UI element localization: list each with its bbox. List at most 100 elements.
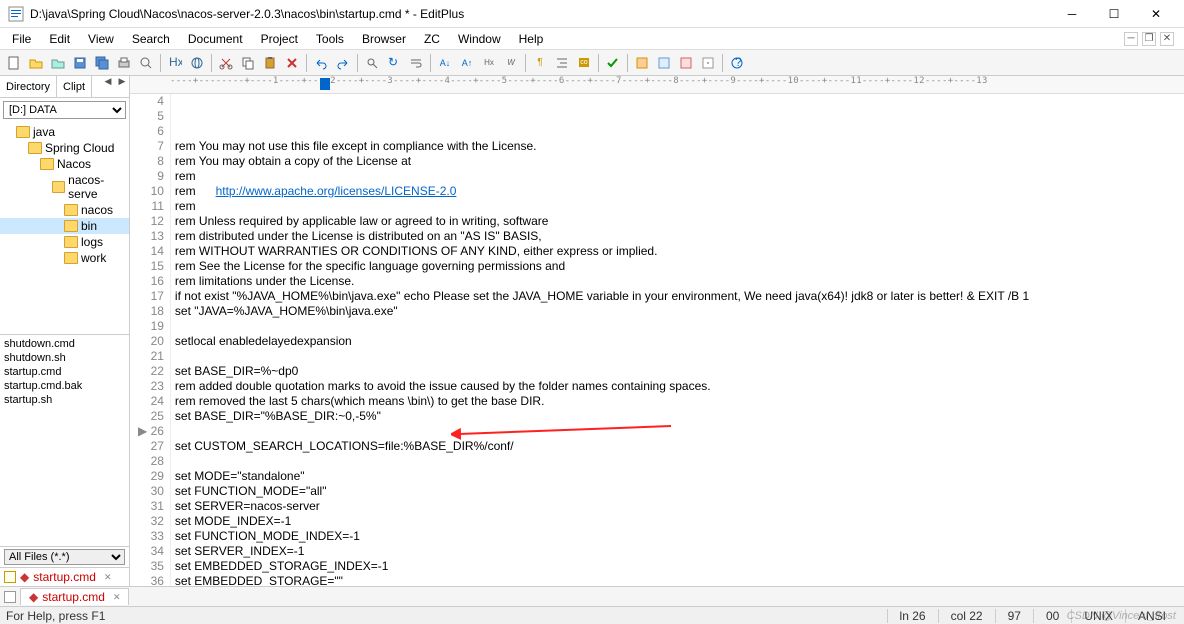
ruler: ----+--------+----1----+----2----+----3-… <box>130 76 1184 94</box>
show-cr-button[interactable]: ¶ <box>530 53 550 73</box>
toolbar: Hx ↻ A↓ A↑ Hx W ¶ co ? <box>0 50 1184 76</box>
close-icon[interactable]: ✕ <box>113 592 121 603</box>
folder-icon <box>64 220 78 232</box>
font-small-button[interactable]: A↓ <box>435 53 455 73</box>
tab-directory[interactable]: Directory <box>0 76 57 97</box>
check-button[interactable] <box>603 53 623 73</box>
wrap-button[interactable]: W <box>501 53 521 73</box>
sel-block-button[interactable] <box>654 53 674 73</box>
doc-min-icon[interactable]: ─ <box>1124 32 1138 46</box>
document-tabs: ◆ startup.cmd ✕ <box>0 586 1184 606</box>
hex-view-button[interactable]: Hx <box>479 53 499 73</box>
open-button[interactable] <box>26 53 46 73</box>
sel-line-button[interactable] <box>632 53 652 73</box>
save-all-button[interactable] <box>92 53 112 73</box>
delete-button[interactable] <box>282 53 302 73</box>
tree-item[interactable]: Spring Cloud <box>0 140 129 156</box>
whitespace-button[interactable] <box>698 53 718 73</box>
copy-button[interactable] <box>238 53 258 73</box>
tree-item[interactable]: nacos <box>0 202 129 218</box>
folder-icon <box>28 142 42 154</box>
file-item[interactable]: shutdown.sh <box>0 351 129 365</box>
menu-browser[interactable]: Browser <box>354 30 414 48</box>
hex-button[interactable]: Hx <box>165 53 185 73</box>
folder-tree[interactable]: javaSpring CloudNacosnacos-servenacosbin… <box>0 122 129 334</box>
svg-text:Hx: Hx <box>169 56 182 69</box>
menu-help[interactable]: Help <box>511 30 552 48</box>
status-c1: 97 <box>995 609 1033 623</box>
find-button[interactable] <box>362 53 382 73</box>
folder-icon <box>40 158 54 170</box>
font-large-button[interactable]: A↑ <box>457 53 477 73</box>
folder-icon <box>52 181 65 193</box>
replace-button[interactable]: ↻ <box>384 53 404 73</box>
folder-icon <box>64 236 78 248</box>
doc-close-icon[interactable]: ✕ <box>1160 32 1174 46</box>
doc-icon <box>4 591 16 603</box>
window-title: D:\java\Spring Cloud\Nacos\nacos-server-… <box>30 7 1052 21</box>
menu-window[interactable]: Window <box>450 30 509 48</box>
close-icon[interactable]: ✕ <box>104 572 112 583</box>
tab-cliptext[interactable]: Clipt <box>57 76 92 97</box>
menu-search[interactable]: Search <box>124 30 178 48</box>
undo-button[interactable] <box>311 53 331 73</box>
svg-text:↻: ↻ <box>388 56 398 69</box>
menu-zc[interactable]: ZC <box>416 30 448 48</box>
sel-col-button[interactable] <box>676 53 696 73</box>
cut-button[interactable] <box>216 53 236 73</box>
menu-view[interactable]: View <box>80 30 122 48</box>
new-button[interactable] <box>4 53 24 73</box>
status-c2: 00 <box>1033 609 1071 623</box>
tab-left-icon[interactable]: ◀ <box>101 76 115 97</box>
menubar: FileEditViewSearchDocumentProjectToolsBr… <box>0 28 1184 50</box>
word-wrap-button[interactable] <box>406 53 426 73</box>
redo-button[interactable] <box>333 53 353 73</box>
browser-button[interactable] <box>187 53 207 73</box>
file-item[interactable]: startup.sh <box>0 393 129 407</box>
app-icon <box>8 6 24 22</box>
file-list[interactable]: shutdown.cmdshutdown.shstartup.cmdstartu… <box>0 334 129 547</box>
save-button[interactable] <box>70 53 90 73</box>
doc-restore-icon[interactable]: ❐ <box>1142 32 1156 46</box>
tree-item[interactable]: java <box>0 124 129 140</box>
menu-document[interactable]: Document <box>180 30 251 48</box>
filter-select[interactable]: All Files (*.*) <box>4 549 125 565</box>
close-button[interactable]: ✕ <box>1136 2 1176 26</box>
doc-tab-startup[interactable]: ◆ startup.cmd ✕ <box>20 588 129 605</box>
folder-icon <box>16 126 30 138</box>
folder-icon <box>64 204 78 216</box>
code-editor[interactable]: 45678910111213141516171819202122232425▶ … <box>130 94 1184 586</box>
tree-item[interactable]: logs <box>0 234 129 250</box>
menu-tools[interactable]: Tools <box>308 30 352 48</box>
minimize-button[interactable]: ─ <box>1052 2 1092 26</box>
status-help: For Help, press F1 <box>6 609 887 623</box>
help-button[interactable]: ? <box>727 53 747 73</box>
maximize-button[interactable]: ☐ <box>1094 2 1134 26</box>
status-col: col 22 <box>938 609 995 623</box>
tab-right-icon[interactable]: ▶ <box>115 76 129 97</box>
file-icon <box>4 571 16 583</box>
drive-select[interactable]: [D:] DATA <box>3 101 126 119</box>
indent-button[interactable] <box>552 53 572 73</box>
tree-item[interactable]: bin <box>0 218 129 234</box>
tree-item[interactable]: nacos-serve <box>0 172 129 202</box>
paste-button[interactable] <box>260 53 280 73</box>
file-item[interactable]: startup.cmd.bak <box>0 379 129 393</box>
preview-button[interactable] <box>136 53 156 73</box>
menu-file[interactable]: File <box>4 30 39 48</box>
file-item[interactable]: shutdown.cmd <box>0 337 129 351</box>
svg-text:?: ? <box>735 56 742 69</box>
side-panel: Directory Clipt ◀▶ [D:] DATA javaSpring … <box>0 76 130 586</box>
menu-edit[interactable]: Edit <box>41 30 78 48</box>
folder-icon <box>64 252 78 264</box>
status-line: ln 26 <box>887 609 938 623</box>
open-remote-button[interactable] <box>48 53 68 73</box>
watermark: CSDN @Vincent_frost <box>1067 610 1176 622</box>
print-button[interactable] <box>114 53 134 73</box>
code-button[interactable]: co <box>574 53 594 73</box>
tree-item[interactable]: Nacos <box>0 156 129 172</box>
file-item[interactable]: startup.cmd <box>0 365 129 379</box>
open-file-tab[interactable]: ◆ startup.cmd ✕ <box>0 568 129 586</box>
tree-item[interactable]: work <box>0 250 129 266</box>
menu-project[interactable]: Project <box>253 30 306 48</box>
